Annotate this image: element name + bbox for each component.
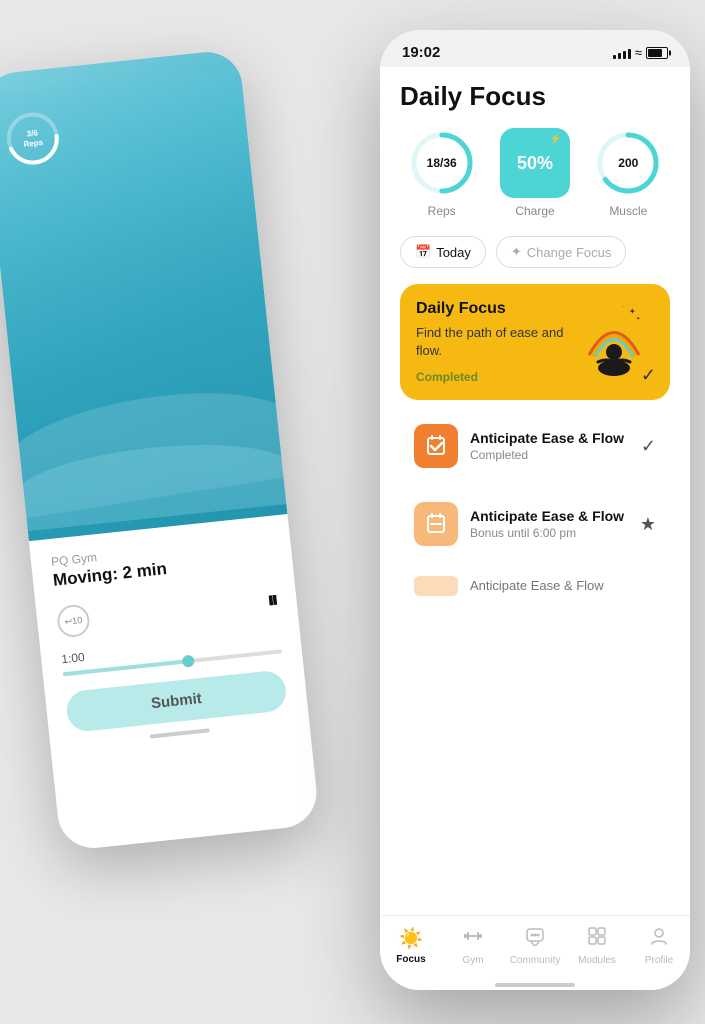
activity-item-1[interactable]: Anticipate Ease & Flow Completed ✓ xyxy=(400,412,670,480)
profile-nav-icon xyxy=(649,926,669,952)
muscle-circle: 200 xyxy=(593,128,663,198)
back-phone-bottom: PQ Gym Moving: 2 min ↩10 ⏸ 1:00 Submit xyxy=(29,514,311,765)
activity-star-icon: ★ xyxy=(640,514,656,535)
filter-row: 📅 Today ✦ Change Focus xyxy=(400,236,670,268)
focus-card-title: Daily Focus xyxy=(416,300,574,318)
activity-info-2: Anticipate Ease & Flow Bonus until 6:00 … xyxy=(470,508,628,540)
stat-charge: 50% ⚡ Charge xyxy=(493,128,576,218)
focus-nav-icon: ☀️ xyxy=(399,926,424,951)
signal-bar-1 xyxy=(613,55,616,59)
sparkle-icon: ✦ xyxy=(511,244,522,260)
nav-gym[interactable]: Gym xyxy=(442,926,504,966)
controls-row: ↩10 ⏸ xyxy=(56,584,278,639)
activity-icon-3-partial xyxy=(414,576,458,596)
calendar-icon: 📅 xyxy=(415,244,431,260)
submit-button[interactable]: Submit xyxy=(65,669,288,733)
home-indicator xyxy=(495,983,575,987)
page-title: Daily Focus xyxy=(400,67,670,128)
stat-muscle: 200 Muscle xyxy=(587,128,670,218)
gym-nav-label: Gym xyxy=(462,955,483,966)
progress-row: 1:00 xyxy=(61,629,282,676)
community-nav-label: Community xyxy=(510,955,561,966)
reps-label-front: Reps xyxy=(428,204,456,218)
status-time: 19:02 xyxy=(402,44,440,61)
activity-item-2[interactable]: Anticipate Ease & Flow Bonus until 6:00 … xyxy=(400,490,670,558)
nav-profile[interactable]: Profile xyxy=(628,926,690,966)
focus-check-icon: ✓ xyxy=(641,365,656,386)
bottom-nav: ☀️ Focus Gym xyxy=(380,915,690,984)
activity-title-3-partial: Anticipate Ease & Flow xyxy=(470,578,604,593)
focus-card-text: Daily Focus Find the path of ease and fl… xyxy=(416,300,574,384)
nav-community[interactable]: Community xyxy=(504,926,566,966)
modules-nav-icon xyxy=(587,926,607,952)
activity-check-icon: ✓ xyxy=(641,436,656,457)
back-phone: 3/6 Reps PQ Gym Moving: 2 min ↩10 ⏸ 1:00… xyxy=(0,49,320,852)
home-indicator-area xyxy=(380,984,690,990)
signal-bar-4 xyxy=(628,49,631,59)
change-focus-pill[interactable]: ✦ Change Focus xyxy=(496,236,626,268)
timer-icon: ↩10 xyxy=(56,603,91,638)
stat-reps: 18/36 Reps xyxy=(400,128,483,218)
stats-row: 18/36 Reps 50% ⚡ Charge xyxy=(400,128,670,218)
main-content: Daily Focus 18/36 Reps xyxy=(380,67,690,915)
today-pill[interactable]: 📅 Today xyxy=(400,236,486,268)
profile-nav-label: Profile xyxy=(645,955,673,966)
reps-circle: 3/6 Reps xyxy=(2,108,64,170)
activity-info-1: Anticipate Ease & Flow Completed xyxy=(470,430,629,462)
svg-text:·: · xyxy=(622,304,624,310)
reps-circle-front: 18/36 xyxy=(407,128,477,198)
bolt-icon: ⚡ xyxy=(550,134,562,145)
activity-title-2: Anticipate Ease & Flow xyxy=(470,508,628,524)
signal-bar-3 xyxy=(623,51,626,59)
daily-focus-card[interactable]: Daily Focus Find the path of ease and fl… xyxy=(400,284,670,400)
focus-card-desc: Find the path of ease and flow. xyxy=(416,324,574,360)
focus-nav-label: Focus xyxy=(396,954,425,965)
activity-item-3-partial: Anticipate Ease & Flow xyxy=(400,568,670,603)
charge-label: Charge xyxy=(515,204,554,218)
status-icons: ≈ xyxy=(613,45,668,60)
pause-icon[interactable]: ⏸ xyxy=(266,587,278,614)
progress-dot xyxy=(182,655,195,668)
wifi-icon: ≈ xyxy=(635,45,642,60)
reps-label: 3/6 Reps xyxy=(22,128,43,149)
phone-front-inner: 19:02 ≈ Daily Focus xyxy=(380,30,690,990)
signal-bar-2 xyxy=(618,53,621,59)
activity-sub-1: Completed xyxy=(470,448,629,462)
signal-bars-icon xyxy=(613,47,631,59)
change-focus-label: Change Focus xyxy=(527,245,612,260)
gym-nav-icon xyxy=(463,926,483,952)
status-bar: 19:02 ≈ xyxy=(380,30,690,67)
community-nav-icon xyxy=(525,926,545,952)
activity-icon-1 xyxy=(414,424,458,468)
wave-image: 3/6 Reps xyxy=(0,49,287,542)
nav-modules[interactable]: Modules xyxy=(566,926,628,966)
activity-title-1: Anticipate Ease & Flow xyxy=(470,430,629,446)
nav-focus[interactable]: ☀️ Focus xyxy=(380,926,442,966)
battery-fill xyxy=(648,49,662,57)
activity-sub-2: Bonus until 6:00 pm xyxy=(470,526,628,540)
activity-icon-2 xyxy=(414,502,458,546)
battery-icon xyxy=(646,47,668,59)
muscle-label: Muscle xyxy=(609,204,647,218)
reps-value: 18/36 xyxy=(427,156,457,170)
svg-text:✦: ✦ xyxy=(636,316,640,322)
today-label: Today xyxy=(436,245,471,260)
svg-text:✦: ✦ xyxy=(629,307,636,316)
home-indicator-back xyxy=(150,728,210,738)
muscle-value: 200 xyxy=(618,156,638,170)
focus-card-status: Completed xyxy=(416,370,574,384)
modules-nav-label: Modules xyxy=(578,955,616,966)
front-phone: 19:02 ≈ Daily Focus xyxy=(380,30,690,990)
charge-value: 50% xyxy=(517,153,553,174)
charge-box: 50% ⚡ xyxy=(500,128,570,198)
